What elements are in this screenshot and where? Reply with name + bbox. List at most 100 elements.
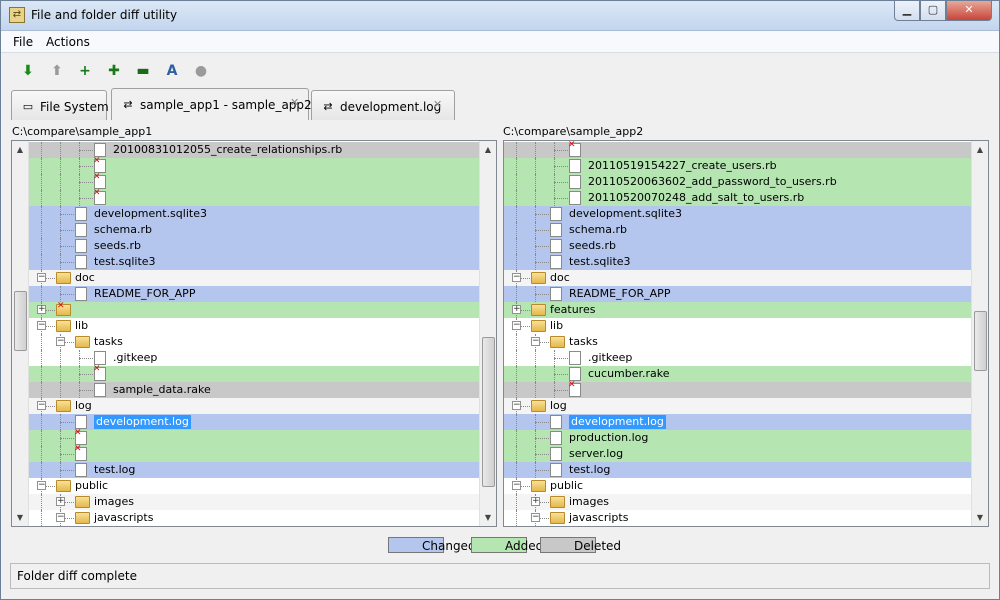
collapse-icon[interactable]: − (531, 513, 540, 522)
tree-row[interactable]: 20110519154227_create_users.rb (504, 158, 971, 174)
expand-icon[interactable]: + (37, 305, 46, 314)
tree-row[interactable]: seeds.rb (504, 238, 971, 254)
scroll-up-icon[interactable]: ▲ (480, 141, 496, 158)
file-icon (94, 143, 106, 157)
tree-row[interactable]: development.sqlite3 (29, 206, 479, 222)
tree-row[interactable]: + images (504, 494, 971, 510)
tree-row[interactable]: README_FOR_APP (504, 286, 971, 302)
tree-guide-line (79, 198, 93, 199)
left-edge-scrollbar[interactable]: ▲ ▼ (12, 141, 29, 526)
tree-row[interactable]: − tasks (504, 334, 971, 350)
tree-row[interactable]: − javascripts (29, 510, 479, 526)
collapse-icon[interactable]: − (512, 481, 521, 490)
tree-row[interactable]: development.sqlite3 (504, 206, 971, 222)
tree-node-label: doc (75, 271, 95, 284)
left-scrollbar[interactable]: ▲ ▼ (479, 141, 496, 526)
tree-row[interactable]: − log (504, 398, 971, 414)
scroll-thumb[interactable] (482, 337, 495, 487)
collapse-icon[interactable]: − (37, 481, 46, 490)
tree-row[interactable]: production.log (504, 430, 971, 446)
close-button[interactable]: ✕ (946, 1, 992, 21)
title-bar[interactable]: ⇄ File and folder diff utility ▁ ▢ ✕ (1, 1, 999, 31)
tab-file-system[interactable]: ▭ File System (11, 90, 109, 120)
tree-node-label: sample_data.rake (113, 383, 211, 396)
tree-row[interactable]: schema.rb (504, 222, 971, 238)
tree-row[interactable] (29, 428, 479, 446)
tree-row[interactable]: development.log (29, 414, 479, 430)
tree-node-label: .gitkeep (588, 351, 633, 364)
collapse-icon[interactable]: − (512, 401, 521, 410)
tree-row[interactable]: + images (29, 494, 479, 510)
expand-icon[interactable]: + (512, 305, 521, 314)
tree-row[interactable]: − lib (29, 318, 479, 334)
right-tree-pane[interactable]: ▲ ▼ 20110519154227_create_users.rb 201105… (503, 140, 989, 527)
collapse-icon[interactable]: − (56, 337, 65, 346)
tree-row[interactable]: − doc (504, 270, 971, 286)
tree-row[interactable]: test.sqlite3 (29, 254, 479, 270)
expand-icon[interactable]: + (531, 497, 540, 506)
tab-close-icon[interactable]: ✕ (290, 96, 299, 109)
collapse-all-icon[interactable]: ▬ (134, 62, 152, 80)
minimize-button[interactable]: ▁ (894, 1, 920, 21)
tree-node-label: javascripts (94, 511, 154, 524)
scroll-up-icon[interactable]: ▲ (12, 141, 28, 158)
tree-row[interactable]: 20110520063602_add_password_to_users.rb (504, 174, 971, 190)
tree-row[interactable]: README_FOR_APP (29, 286, 479, 302)
tree-node-label: features (550, 303, 596, 316)
scroll-down-icon[interactable]: ▼ (480, 509, 496, 526)
tree-row[interactable] (29, 444, 479, 462)
tree-row[interactable]: + ✕ (29, 301, 479, 318)
scroll-thumb[interactable] (14, 291, 27, 351)
scroll-up-icon[interactable]: ▲ (972, 141, 988, 158)
tree-row[interactable]: + features (504, 302, 971, 318)
tree-guide-line (79, 390, 93, 391)
expand-all-icon[interactable]: ✚ (105, 62, 123, 80)
next-diff-icon[interactable]: ⬇ (19, 62, 37, 80)
tree-row[interactable]: − tasks (29, 334, 479, 350)
tree-row[interactable]: − public (29, 478, 479, 494)
maximize-button[interactable]: ▢ (920, 1, 946, 21)
collapse-icon[interactable]: − (531, 337, 540, 346)
expand-icon[interactable]: + (56, 497, 65, 506)
tree-row[interactable] (504, 380, 971, 398)
tree-row[interactable]: − doc (29, 270, 479, 286)
tree-row[interactable]: test.sqlite3 (504, 254, 971, 270)
stop-icon[interactable]: ● (192, 62, 210, 80)
tree-row[interactable]: .gitkeep (504, 350, 971, 366)
menu-actions[interactable]: Actions (46, 35, 90, 49)
tree-row[interactable]: development.log (504, 414, 971, 430)
tree-row[interactable]: − javascripts (504, 510, 971, 526)
tree-row[interactable]: server.log (504, 446, 971, 462)
menu-file[interactable]: File (13, 35, 33, 49)
tree-row[interactable]: 20110520070248_add_salt_to_users.rb (504, 190, 971, 206)
scroll-down-icon[interactable]: ▼ (12, 509, 28, 526)
tree-row[interactable]: schema.rb (29, 222, 479, 238)
collapse-icon[interactable]: − (37, 321, 46, 330)
left-tree-pane[interactable]: ▲ ▼ 20100831012055_create_relationships.… (11, 140, 497, 527)
tree-row[interactable] (29, 188, 479, 206)
tree-row[interactable]: − lib (504, 318, 971, 334)
tree-row[interactable]: − log (29, 398, 479, 414)
tree-row[interactable]: test.log (504, 462, 971, 478)
collapse-icon[interactable]: − (37, 273, 46, 282)
tab-sample-app-compare[interactable]: ⇄ sample_app1 - sample_app2 ✕ (111, 88, 312, 120)
tree-guide-line (41, 286, 42, 302)
collapse-icon[interactable]: − (512, 273, 521, 282)
tree-row[interactable]: − public (504, 478, 971, 494)
collapse-icon[interactable]: − (56, 513, 65, 522)
tree-row[interactable]: sample_data.rake (29, 382, 479, 398)
collapse-icon[interactable]: − (37, 401, 46, 410)
collapse-icon[interactable]: − (512, 321, 521, 330)
expand-added-icon[interactable]: + (76, 62, 94, 80)
tree-row[interactable] (504, 141, 971, 158)
right-scrollbar[interactable]: ▲ ▼ (971, 141, 988, 526)
tab-close-icon[interactable]: ✕ (433, 98, 442, 111)
tree-row[interactable]: test.log (29, 462, 479, 478)
tab-development-log[interactable]: ⇄ development.log ✕ (311, 90, 455, 120)
prev-diff-icon[interactable]: ⬆ (48, 62, 66, 80)
text-compare-icon[interactable]: A (163, 62, 181, 80)
tree-row[interactable] (29, 364, 479, 382)
scroll-down-icon[interactable]: ▼ (972, 509, 988, 526)
tree-row[interactable]: seeds.rb (29, 238, 479, 254)
scroll-thumb[interactable] (974, 311, 987, 371)
